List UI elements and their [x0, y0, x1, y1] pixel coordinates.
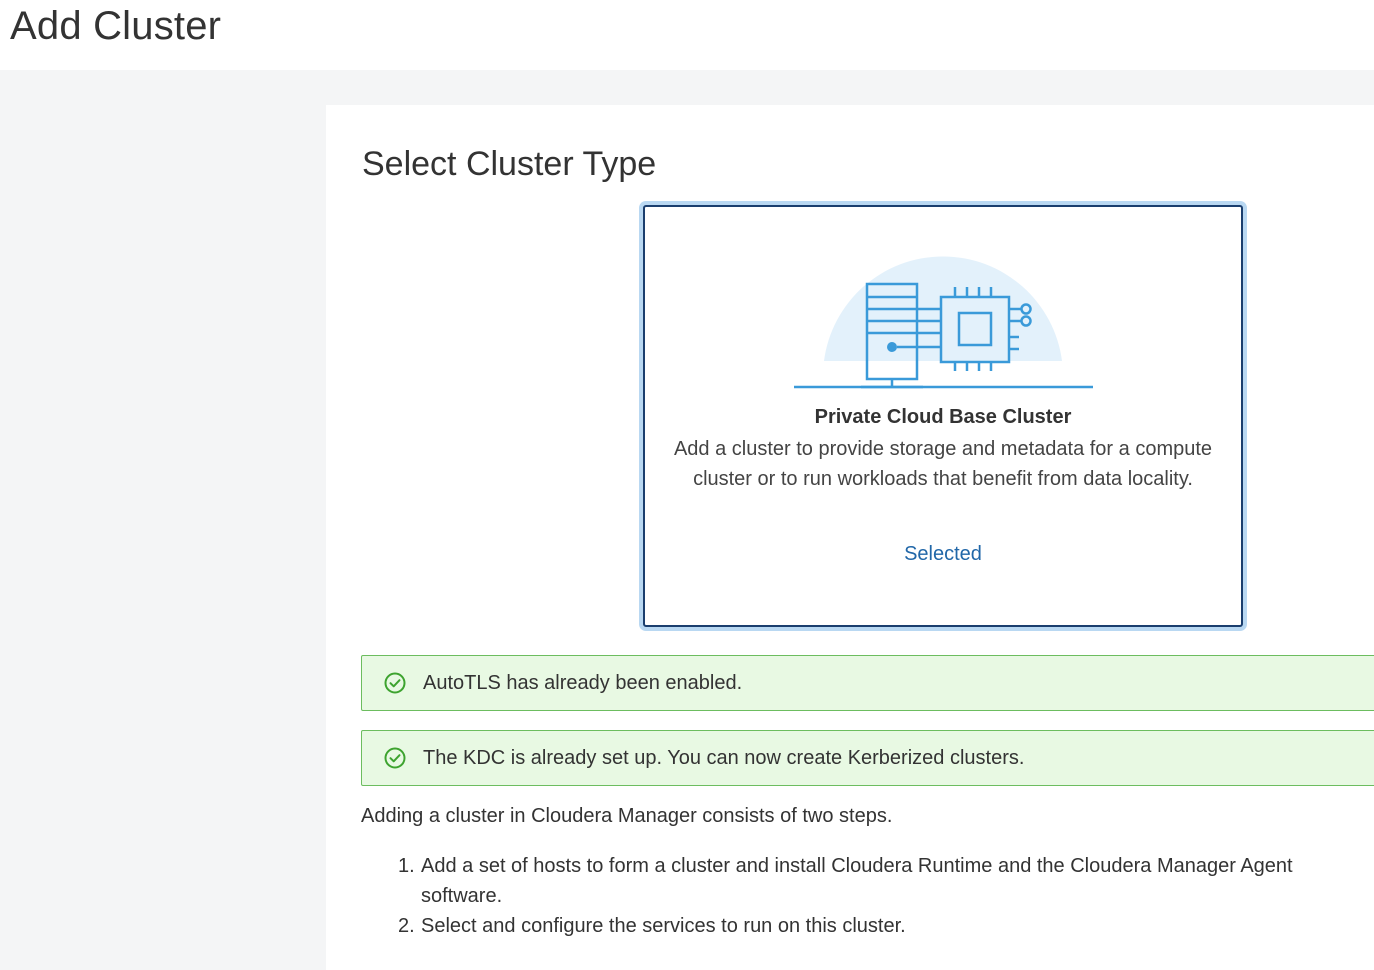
- server-and-chip-icon: [794, 256, 1093, 389]
- alert-message: The KDC is already set up. You can now c…: [423, 746, 1025, 769]
- alert-kdc: The KDC is already set up. You can now c…: [361, 730, 1374, 786]
- card-title: Private Cloud Base Cluster: [814, 406, 1072, 428]
- alert-message: AutoTLS has already been enabled.: [423, 671, 743, 694]
- list-item-number: 1.: [398, 855, 415, 877]
- cluster-type-card-private-cloud-base[interactable]: Private Cloud Base Cluster Add a cluster…: [643, 205, 1243, 627]
- intro-text: Adding a cluster in Cloudera Manager con…: [361, 805, 893, 827]
- steps-list: 1. Add a set of hosts to form a cluster …: [398, 851, 1348, 941]
- list-item-number: 2.: [398, 915, 415, 937]
- card-description: Add a cluster to provide storage and met…: [673, 438, 1213, 490]
- check-circle-icon: [384, 672, 406, 694]
- page-title: Add Cluster: [10, 4, 222, 48]
- list-item: 1. Add a set of hosts to form a cluster …: [398, 851, 1348, 911]
- list-item: 2. Select and configure the services to …: [398, 911, 1348, 941]
- section-title: Select Cluster Type: [362, 145, 657, 183]
- card-selected-status: Selected: [904, 543, 982, 565]
- alert-autotls: AutoTLS has already been enabled.: [361, 655, 1374, 711]
- list-item-text: Add a set of hosts to form a cluster and…: [421, 855, 1293, 907]
- check-circle-icon: [384, 747, 406, 769]
- list-item-text: Select and configure the services to run…: [421, 915, 906, 937]
- wizard-content-panel: Select Cluster Type Private Cloud Base C…: [326, 105, 1374, 970]
